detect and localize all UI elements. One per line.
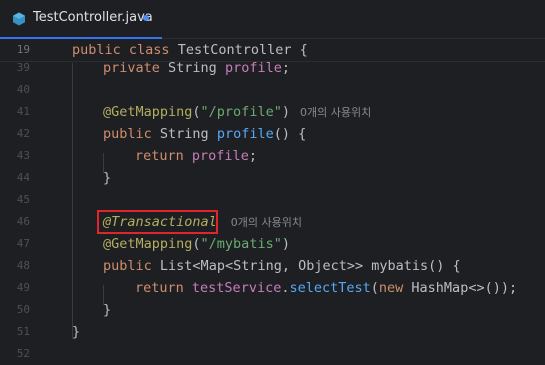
method-name: profile <box>216 126 274 142</box>
class-name: TestController <box>177 42 292 58</box>
field: profile <box>191 148 249 164</box>
editor-tab-bar: TestController.java <box>0 0 545 39</box>
code-text: @GetMapping("/mybatis") <box>103 233 290 255</box>
string: "/profile" <box>200 104 282 120</box>
punct: () { <box>428 258 461 274</box>
line-number: 48 <box>16 259 30 272</box>
keyword: public <box>103 126 152 142</box>
code-text: return testService.selectTest(new HashMa… <box>135 277 517 299</box>
code-line[interactable]: 50 } <box>0 299 545 321</box>
brace: } <box>103 302 112 318</box>
code-text: return profile; <box>135 145 257 167</box>
line-number: 52 <box>16 347 30 360</box>
line-number: 47 <box>16 237 30 250</box>
code-text: } <box>72 321 80 343</box>
sticky-header-line[interactable]: 19 public class TestController { <box>0 39 545 62</box>
punct: ) <box>281 104 290 120</box>
line-number: 42 <box>16 127 30 140</box>
keyword: private <box>103 60 160 76</box>
type: String <box>168 60 217 76</box>
keyword: class <box>128 42 170 58</box>
line-number: 51 <box>16 325 30 338</box>
line-number: 43 <box>16 149 30 162</box>
modified-indicator-icon <box>143 15 149 21</box>
annotation: @GetMapping <box>103 236 193 252</box>
brace: } <box>72 324 81 340</box>
java-class-icon <box>13 12 25 26</box>
punct: ()); <box>484 280 518 296</box>
field: profile <box>224 60 282 76</box>
code-text: public String profile() { <box>103 123 306 145</box>
punct: () { <box>273 126 307 142</box>
line-number: 44 <box>16 171 30 184</box>
brace: } <box>103 170 112 186</box>
keyword: public <box>103 258 152 274</box>
code-text: } <box>103 167 111 189</box>
line-number: 49 <box>16 281 30 294</box>
code-text: @GetMapping("/profile") 0개의 사용위치 <box>103 101 371 124</box>
code-text: public class TestController { <box>72 39 308 61</box>
type: String <box>159 126 209 142</box>
code-line[interactable]: 46 @Transactional 0개의 사용위치 <box>0 211 545 233</box>
punct: ; <box>281 60 291 76</box>
code-line[interactable]: 45 <box>0 189 545 211</box>
code-line[interactable]: 43 return profile; <box>0 145 545 167</box>
keyword: new <box>378 280 404 296</box>
annotation: @GetMapping <box>103 104 193 120</box>
code-line[interactable]: 41 @GetMapping("/profile") 0개의 사용위치 <box>0 101 545 123</box>
code-text: } <box>103 299 111 321</box>
code-editor[interactable]: 19 public class TestController { 39 priv… <box>0 39 545 360</box>
line-number: 40 <box>16 83 30 96</box>
code-line[interactable]: 40 <box>0 79 545 101</box>
line-number: 45 <box>16 193 30 206</box>
keyword: return <box>135 148 184 164</box>
keyword: public <box>72 42 121 58</box>
tab-test-controller[interactable]: TestController.java <box>0 0 162 39</box>
usages-hint[interactable]: 0개의 사용위치 <box>231 216 302 229</box>
code-line[interactable]: 42 public String profile() { <box>0 123 545 145</box>
punct: ) <box>281 236 290 252</box>
field: testService <box>191 280 282 296</box>
punct: ; <box>248 148 257 164</box>
code-line[interactable]: 49 return testService.selectTest(new Has… <box>0 277 545 299</box>
highlight-box <box>97 210 218 234</box>
punct: ( <box>192 236 201 252</box>
code-line[interactable]: 48 public List<Map<String, Object>> myba… <box>0 255 545 277</box>
code-text: public List<Map<String, Object>> mybatis… <box>103 255 461 277</box>
method-name: mybatis <box>371 258 429 274</box>
brace: { <box>299 42 308 58</box>
line-number: 46 <box>16 215 30 228</box>
code-line[interactable]: 51 } <box>0 321 545 343</box>
code-line[interactable]: 47 @GetMapping("/mybatis") <box>0 233 545 255</box>
keyword: return <box>135 280 184 296</box>
punct: ( <box>370 280 379 296</box>
line-number: 19 <box>16 43 30 56</box>
punct: ( <box>192 104 201 120</box>
line-number: 41 <box>16 105 30 118</box>
line-number: 50 <box>16 303 30 316</box>
tab-label: TestController.java <box>33 10 153 25</box>
type: HashMap<> <box>411 280 485 296</box>
method-call: selectTest <box>289 280 371 296</box>
usages-hint[interactable]: 0개의 사용위치 <box>300 106 371 119</box>
string: "/mybatis" <box>200 236 282 252</box>
type: List<Map<String, Object>> <box>159 258 364 274</box>
code-line[interactable]: 52 <box>0 343 545 365</box>
code-line[interactable]: 44 } <box>0 167 545 189</box>
